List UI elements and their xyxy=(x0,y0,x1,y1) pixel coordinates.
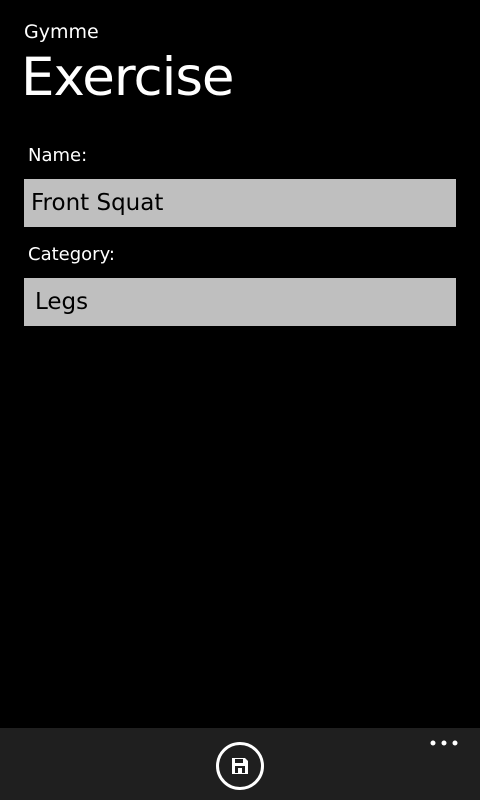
ellipsis-icon xyxy=(430,740,458,746)
app-bar xyxy=(0,728,480,800)
category-label: Category: xyxy=(28,244,115,265)
page-title: Exercise xyxy=(21,47,235,108)
category-field[interactable]: Legs xyxy=(24,278,456,326)
save-button[interactable] xyxy=(216,742,264,790)
name-label: Name: xyxy=(28,145,88,166)
name-field[interactable]: Front Squat xyxy=(24,179,456,227)
app-name: Gymme xyxy=(24,21,99,43)
save-icon xyxy=(232,758,248,774)
more-options-button[interactable] xyxy=(426,736,462,750)
